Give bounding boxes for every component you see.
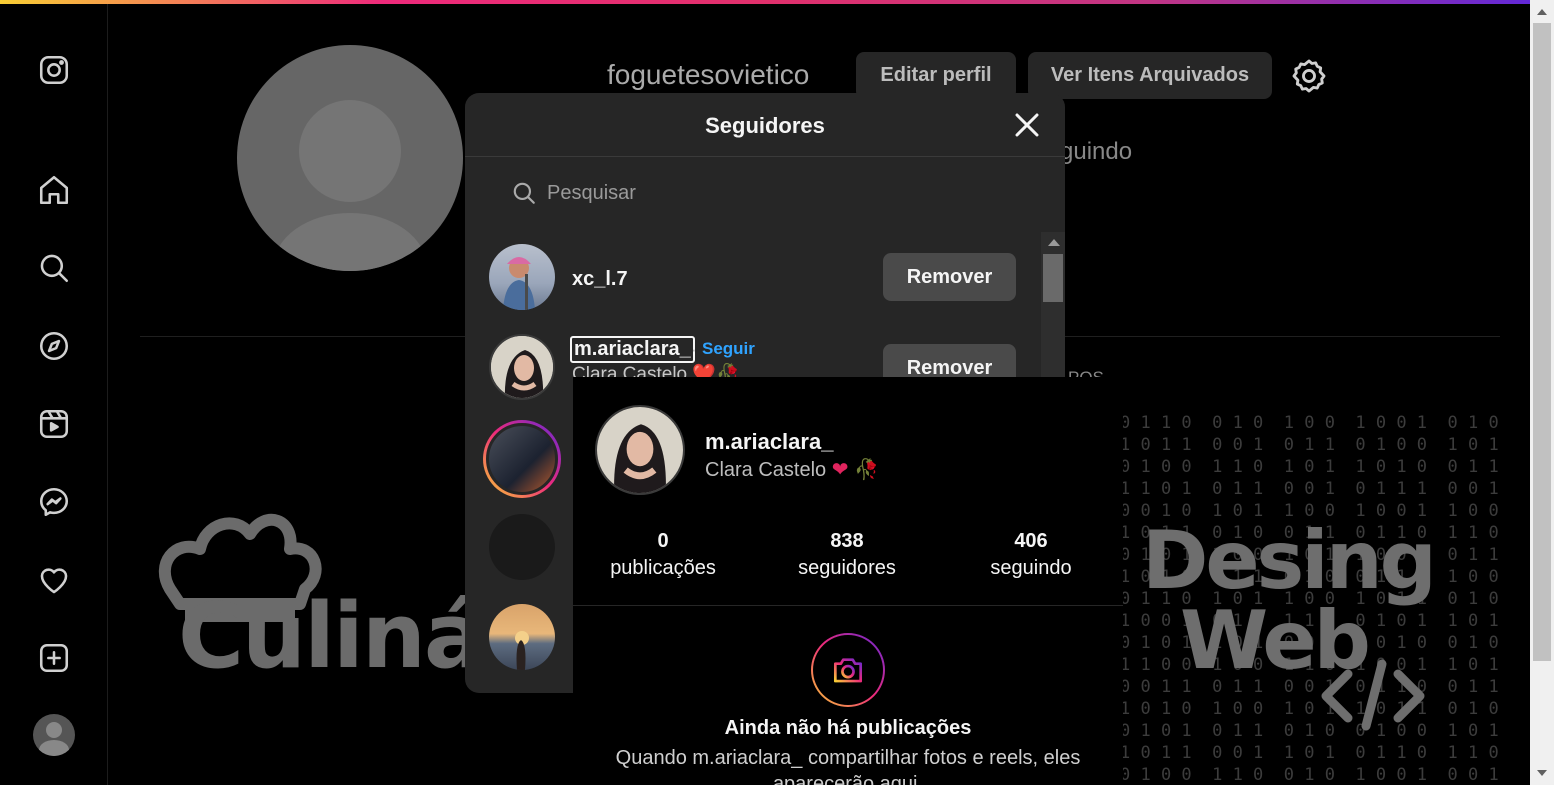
stat-following: 406 seguindo xyxy=(990,530,1072,579)
gear-icon[interactable] xyxy=(1290,57,1328,95)
follower-username[interactable]: xc_l.7 xyxy=(572,268,628,291)
sidebar xyxy=(0,4,108,785)
home-icon[interactable] xyxy=(34,170,74,210)
search-box[interactable] xyxy=(493,173,1033,213)
hover-card-divider xyxy=(573,605,1123,606)
top-gradient-bar xyxy=(0,0,1530,4)
follower-avatar[interactable] xyxy=(489,604,555,670)
follower-username[interactable]: m.ariaclara_ xyxy=(570,336,695,363)
reels-icon[interactable] xyxy=(34,404,74,444)
follower-avatar[interactable] xyxy=(489,514,555,580)
search-input[interactable] xyxy=(547,181,947,205)
camera-icon xyxy=(811,633,885,707)
messenger-icon[interactable] xyxy=(34,482,74,522)
following-count-bg: guindo xyxy=(1060,138,1133,165)
follower-row[interactable]: xc_l.7 Remover xyxy=(465,232,1041,322)
follow-link[interactable]: Seguir xyxy=(702,339,755,359)
explore-compass-icon[interactable] xyxy=(34,326,74,366)
hover-card-username[interactable]: m.ariaclara_ xyxy=(705,429,833,455)
modal-title: Seguidores xyxy=(705,113,825,138)
code-brackets-icon xyxy=(1318,654,1428,734)
stat-posts: 0 publicações xyxy=(610,530,716,579)
no-posts-text: Quando m.ariaclara_ compartilhar fotos e… xyxy=(615,747,1081,785)
modal-divider xyxy=(465,156,1065,157)
hover-card-avatar[interactable] xyxy=(595,405,685,495)
search-icon xyxy=(513,182,535,204)
remove-follower-button[interactable]: Remover xyxy=(883,253,1016,301)
create-post-icon[interactable] xyxy=(34,638,74,678)
profile-avatar[interactable] xyxy=(237,45,463,271)
heart-notifications-icon[interactable] xyxy=(34,560,74,600)
scroll-up-arrow-icon[interactable] xyxy=(1048,239,1060,246)
hover-card-display-name: Clara Castelo ❤ 🥀 xyxy=(705,459,879,481)
follower-avatar[interactable] xyxy=(489,334,555,400)
scroll-up-arrow-icon[interactable] xyxy=(1537,9,1547,15)
edit-profile-button[interactable]: Editar perfil xyxy=(856,52,1016,99)
follower-avatar[interactable] xyxy=(489,244,555,310)
story-ring-avatar[interactable] xyxy=(483,420,561,498)
window-scrollbar[interactable] xyxy=(1530,0,1554,785)
no-posts-title: Ainda não há publicações xyxy=(724,717,972,739)
view-archive-button[interactable]: Ver Itens Arquivados xyxy=(1028,52,1272,99)
search-icon[interactable] xyxy=(34,248,74,288)
stat-followers: 838 seguidores xyxy=(798,530,896,579)
separator-dot: · xyxy=(691,340,697,359)
scroll-thumb[interactable] xyxy=(1043,254,1063,302)
window-scroll-thumb[interactable] xyxy=(1533,23,1551,661)
profile-username: foguetesovietico xyxy=(607,59,810,90)
profile-page: foguetesovietico Editar perfil Ver Itens… xyxy=(0,4,1530,785)
profile-avatar-small[interactable] xyxy=(33,714,75,756)
close-icon[interactable] xyxy=(1011,109,1043,141)
profile-hover-card: m.ariaclara_ Clara Castelo ❤ 🥀 0 publica… xyxy=(573,377,1123,785)
scroll-down-arrow-icon[interactable] xyxy=(1537,770,1547,776)
heart-emoji-icon: ❤ xyxy=(831,459,849,481)
instagram-logo-icon[interactable] xyxy=(34,50,74,90)
rose-emoji-icon: 🥀 xyxy=(854,459,879,481)
